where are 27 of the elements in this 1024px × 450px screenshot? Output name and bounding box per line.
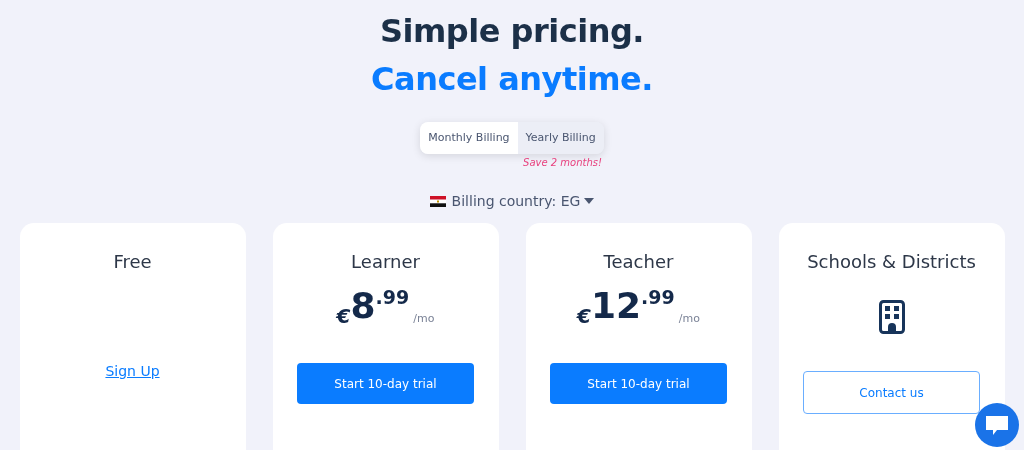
chat-icon [985, 414, 1009, 436]
trial-button[interactable]: Start 10-day trial [297, 363, 474, 404]
chat-button[interactable] [975, 403, 1019, 447]
price-cents: .99 [641, 286, 675, 308]
savings-note: Save 2 months! [523, 157, 602, 168]
billing-country-dropdown[interactable]: Billing country: EG [451, 193, 595, 209]
billing-option[interactable]: Monthly Billing [420, 122, 518, 154]
plan-name: Teacher [603, 251, 674, 272]
sign-up-link[interactable]: Sign Up [105, 363, 160, 379]
building-icon [878, 300, 905, 334]
price-cents: .99 [375, 286, 410, 308]
price-period: /mo [413, 312, 435, 325]
subheadline: Cancel anytime. [371, 59, 653, 100]
currency-symbol: € [577, 304, 591, 328]
trial-button[interactable]: Start 10-day trial [550, 363, 727, 404]
flag-icon [429, 195, 446, 207]
caret-icon [584, 198, 595, 204]
billing-option[interactable]: Yearly Billing [517, 122, 604, 154]
headline: Simple pricing. [380, 11, 644, 52]
plan-name: Schools & Districts [807, 251, 976, 272]
price-amount: 12 [591, 284, 642, 328]
price-period: /mo [678, 312, 700, 325]
plan-name: Learner [351, 251, 420, 272]
currency-symbol: € [336, 304, 351, 328]
plan-name: Free [113, 251, 152, 272]
contact-button[interactable]: Contact us [803, 371, 980, 414]
price-amount: 8 [350, 284, 376, 328]
